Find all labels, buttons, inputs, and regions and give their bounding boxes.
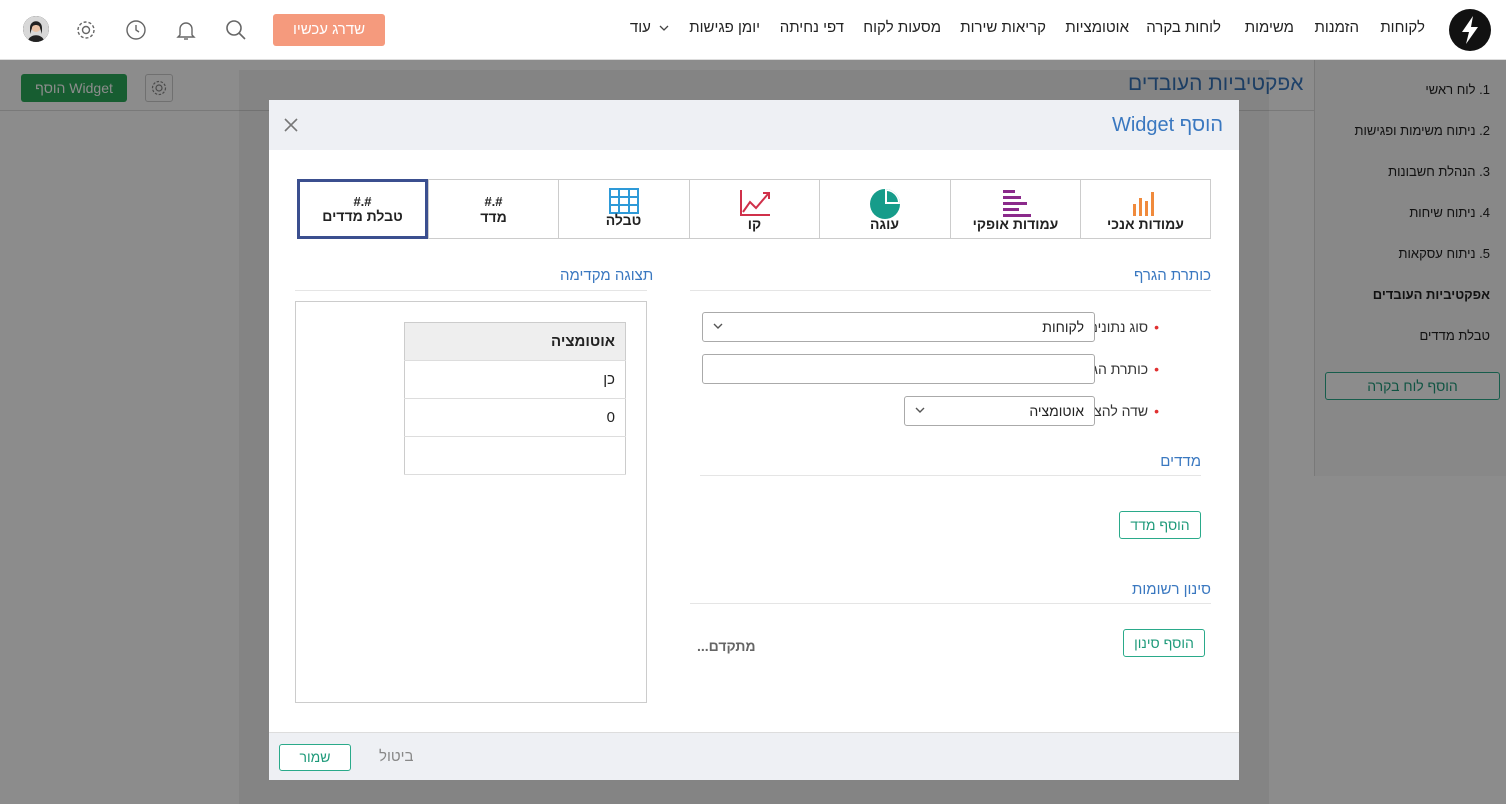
bell-icon[interactable] [174,18,198,42]
type-label: טבלת מדדים [322,208,403,224]
nav-more[interactable]: עוד [630,19,669,36]
app-logo[interactable] [1449,9,1491,51]
divider [690,603,1211,604]
type-metric[interactable]: #.# מדד [428,180,558,238]
gear-icon[interactable] [74,18,98,42]
dialog-title: הוסף Widget [1111,114,1223,136]
nav-customer-journeys[interactable]: מסעות לקוח [863,19,941,36]
clock-icon[interactable] [124,18,148,42]
data-type-label: •סוג נתונים [1088,319,1159,335]
add-widget-dialog: הוסף Widget עמודות אנכי עמודות אופקי עוג… [269,100,1239,780]
divider [700,475,1201,476]
add-metric-button[interactable]: הוסף מדד [1119,511,1201,539]
top-bar: לקוחות הזמנות משימות לוחות בקרה אוטומציו… [0,0,1506,60]
type-label: קו [747,216,762,232]
divider [690,290,1211,291]
metric-icon: #.# [484,194,503,209]
type-pie[interactable]: עוגה [819,180,949,238]
required-marker: • [1154,319,1159,335]
dialog-footer: שמור ביטול [269,732,1239,780]
required-marker: • [1154,403,1159,419]
nav-meetings-calendar[interactable]: יומן פגישות [689,19,760,36]
cancel-button[interactable]: ביטול [379,748,414,765]
type-label: טבלה [605,212,642,228]
display-field-value: אוטומציה [1029,403,1084,419]
section-preview: תצוגה מקדימה [560,267,654,284]
add-filter-button[interactable]: הוסף סינון [1123,629,1205,657]
upgrade-button[interactable]: שדרג עכשיו [273,14,385,46]
type-line[interactable]: קו [689,180,819,238]
chart-title-input[interactable] [702,354,1095,384]
type-horizontal-bars[interactable]: עמודות אופקי [950,180,1080,238]
required-marker: • [1154,361,1159,377]
chevron-down-icon [713,323,723,329]
save-button[interactable]: שמור [279,744,351,771]
table-cell: כן [404,360,626,399]
type-vertical-bars[interactable]: עמודות אנכי [1080,180,1210,238]
type-table[interactable]: טבלה [558,180,688,238]
data-type-select[interactable]: לקוחות [702,312,1095,342]
widget-type-selector: עמודות אנכי עמודות אופקי עוגה קו טבלה #.… [297,179,1211,239]
chevron-down-icon [915,407,925,413]
chevron-down-icon [659,25,669,31]
nav-landing-pages[interactable]: דפי נחיתה [780,19,844,36]
type-metrics-table[interactable]: #.# טבלת מדדים [297,179,428,239]
display-field-select[interactable]: אוטומציה [904,396,1095,426]
section-chart-title: כותרת הגרף [1134,267,1211,284]
nav-service-calls[interactable]: קריאות שירות [960,19,1046,36]
preview-table: אוטומציה כן 0 [404,322,626,475]
dialog-header: הוסף Widget [269,100,1239,150]
type-label: מדד [480,209,507,225]
avatar[interactable] [23,16,49,42]
nav-customers[interactable]: לקוחות [1380,19,1425,36]
line-chart-icon [739,190,770,216]
type-label: עוגה [869,216,900,232]
metric-icon: #.# [353,194,372,209]
close-icon[interactable] [281,112,301,138]
type-label: עמודות אופקי [972,216,1059,232]
divider [295,290,647,291]
nav-more-label: עוד [629,19,651,36]
nav-automations[interactable]: אוטומציות [1065,19,1129,36]
type-label: עמודות אנכי [1107,216,1184,232]
table-cell [404,436,626,475]
nav-dashboards[interactable]: לוחות בקרה [1146,19,1221,36]
nav-orders[interactable]: הזמנות [1315,19,1359,36]
vertical-bars-icon [1132,192,1154,216]
table-cell: 0 [404,398,626,437]
table-icon [608,188,639,214]
section-metrics: מדדים [1160,453,1201,470]
preview-panel: אוטומציה כן 0 [295,301,647,703]
section-record-filter: סינון רשומות [1132,581,1211,598]
data-type-value: לקוחות [1042,319,1084,335]
preview-column-header: אוטומציה [404,322,626,361]
search-icon[interactable] [224,18,248,42]
nav-tasks[interactable]: משימות [1245,19,1294,36]
advanced-link[interactable]: מתקדם... [697,638,756,654]
horizontal-bars-icon [1002,190,1031,217]
